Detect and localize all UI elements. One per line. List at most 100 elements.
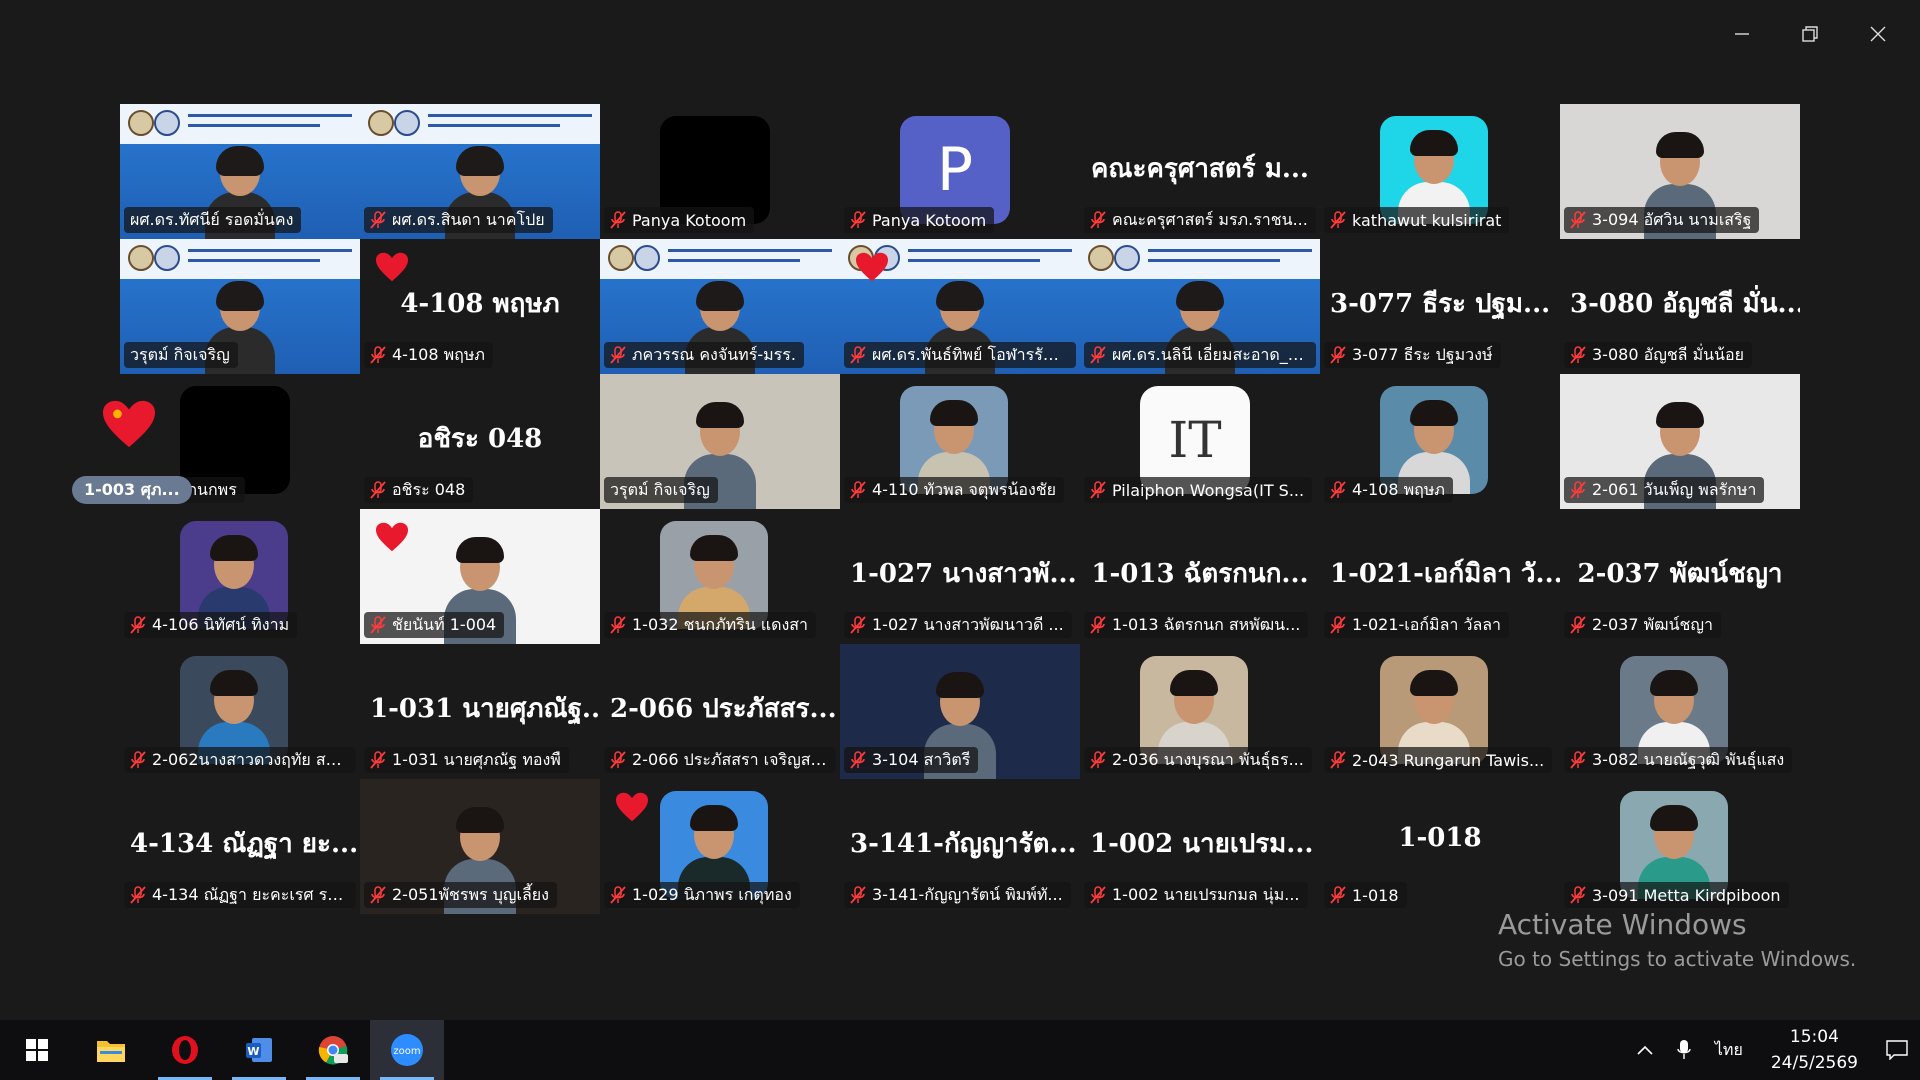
participant-tile[interactable]: 4-106 นิทัศน์ ทิงาม [120, 509, 360, 644]
restore-button[interactable] [1776, 14, 1844, 54]
participant-tile[interactable]: 1-032 ชนกภัทริน แดงสา [600, 509, 840, 644]
system-tray: ไทย 15:04 24/5/2569 [1625, 1020, 1920, 1080]
participant-tile[interactable]: ผศ.ดร.พันธ์ทิพย์ โอฬารรัต... [840, 239, 1080, 374]
participant-name-tag: 1-031 นายศุภณัฐ ทองพื [364, 747, 569, 773]
participant-name: 1-013 ฉัตรกนก สหพัฒน... [1112, 614, 1301, 634]
participant-tile[interactable]: 3-141-กัญญารัต... 3-141-กัญญารัตน์ พิมพ์ท… [840, 779, 1080, 914]
notification-icon [1886, 1040, 1908, 1060]
participant-display-name: 1-031 นายศุภณัฐ... [370, 694, 600, 724]
participant-tile[interactable]: 1-018 1-018 [1320, 779, 1560, 914]
participant-name-tag: ผศ.ดร.นลินี เอี่ยมสะอาด_R... [1084, 342, 1316, 368]
muted-mic-icon [370, 481, 386, 499]
muted-mic-icon [130, 616, 146, 634]
window-controls [1708, 14, 1912, 54]
participant-tile[interactable]: 3-094 อัศวิน นามเสริฐ [1560, 104, 1800, 239]
microphone-tray-button[interactable] [1665, 1020, 1703, 1080]
participant-tile[interactable]: ผศ.ดร.นลินี เอี่ยมสะอาด_R... [1080, 239, 1320, 374]
participant-name: Panya Kotoom [872, 210, 987, 230]
participant-tile[interactable]: 1-031 นายศุภณัฐ... 1-031 นายศุภณัฐ ทองพื [360, 644, 600, 779]
start-button[interactable] [0, 1020, 74, 1080]
notifications-button[interactable] [1874, 1020, 1920, 1080]
muted-mic-icon [1330, 211, 1346, 229]
participant-display-name: 3-141-กัญญารัต... [850, 829, 1077, 859]
participant-name: 4-106 นิทัศน์ ทิงาม [152, 614, 290, 634]
participant-tile[interactable]: 4-108 พฤษภ [1320, 374, 1560, 509]
participant-display-name: 2-037 พัฒน์ชญา [1577, 559, 1783, 589]
participant-name-tag: 2-061 วันเพ็ญ พลรักษา [1564, 477, 1765, 503]
participant-name-tag: 1-013 ฉัตรกนก สหพัฒน... [1084, 612, 1309, 638]
muted-mic-icon [1570, 481, 1586, 499]
word-button[interactable]: W [222, 1020, 296, 1080]
opera-button[interactable] [148, 1020, 222, 1080]
participant-tile[interactable]: ชัยนันท์ 1-004 [360, 509, 600, 644]
close-button[interactable] [1844, 14, 1912, 54]
participant-tile[interactable]: Panya Kotoom [600, 104, 840, 239]
participant-name-tag: 1-002 นายเปรมกมล นุ่ม... [1084, 882, 1308, 908]
participant-name-badge: 1-003 ศุภ... [72, 476, 192, 504]
participant-tile[interactable]: P Panya Kotoom [840, 104, 1080, 239]
muted-mic-icon [850, 481, 866, 499]
participant-tile[interactable]: 1-013 ฉัตรกนก... 1-013 ฉัตรกนก สหพัฒน... [1080, 509, 1320, 644]
participant-name: 2-051พัชรพร บุญเลี้ยง [392, 884, 549, 904]
chrome-button[interactable] [296, 1020, 370, 1080]
participant-tile[interactable]: 2-066 ประภัสสร... 2-066 ประภัสสรา เจริญสว… [600, 644, 840, 779]
participant-tile[interactable]: 3-091 Metta Kirdpiboon [1560, 779, 1800, 914]
heart-reaction [854, 251, 890, 283]
zoom-icon-label: zoom [393, 1046, 420, 1057]
participant-tile[interactable]: 2-061 วันเพ็ญ พลรักษา [1560, 374, 1800, 509]
participant-tile[interactable]: 1-021-เอก์มิลา วั... 1-021-เอก์มิลา วัลลา [1320, 509, 1560, 644]
muted-mic-icon [1090, 886, 1106, 904]
participant-display-name: คณะครุศาสตร์ ม... [1090, 154, 1309, 184]
participant-tile[interactable]: 3-082 นายณัฐวุฒิ พันธุ์แสง [1560, 644, 1800, 779]
participant-tile[interactable]: 1-027 นางสาวพั... 1-027 นางสาวพัฒนาวดี ..… [840, 509, 1080, 644]
participant-name: 1-029 นิภาพร เกตุทอง [632, 884, 792, 904]
participant-tile[interactable]: IT Pilaiphon Wongsa(IT S... [1080, 374, 1320, 509]
clock[interactable]: 15:04 24/5/2569 [1755, 1024, 1874, 1076]
participant-tile[interactable]: 3-077 ธีระ ปฐม... 3-077 ธีระ ปฐมวงษ์ [1320, 239, 1560, 374]
participant-name-tag: คณะครุศาสตร์ มรภ.ราชน... [1084, 207, 1316, 233]
clock-time: 15:04 [1789, 1027, 1839, 1047]
participant-tile[interactable]: 2-062นางสาวดวงฤทัย สม... [120, 644, 360, 779]
participant-tile[interactable]: วรุตม์ กิจเจริญ [120, 239, 360, 374]
participant-tile[interactable]: kathawut kulsirirat [1320, 104, 1560, 239]
participant-tile[interactable]: 4-110 ทัวพล จตุพรน้องชัย [840, 374, 1080, 509]
participant-tile[interactable]: วรุตม์ กิจเจริญ [600, 374, 840, 509]
participant-name-tag: 2-066 ประภัสสรา เจริญสวั... [604, 747, 836, 773]
participant-tile[interactable]: คณะครุศาสตร์ ม... คณะครุศาสตร์ มรภ.ราชน..… [1080, 104, 1320, 239]
show-hidden-icons-button[interactable] [1625, 1020, 1665, 1080]
participant-display-name: 1-018 [1398, 823, 1482, 853]
participant-tile[interactable]: 2-043 Rungarun Tawis... [1320, 644, 1560, 779]
zoom-button[interactable]: zoom [370, 1020, 444, 1080]
participant-tile[interactable]: 1-002 นายเปรม... 1-002 นายเปรมกมล นุ่ม... [1080, 779, 1320, 914]
participant-tile[interactable]: 3-080 อัญชลี มั่น... 3-080 อัญชลี มั่นน้อ… [1560, 239, 1800, 374]
participant-name: ผศ.ดร.นลินี เอี่ยมสะอาด_R... [1112, 344, 1308, 364]
minimize-button[interactable] [1708, 14, 1776, 54]
participant-tile[interactable]: ผศ.ดร.ทัศนีย์ รอดมั่นคง [120, 104, 360, 239]
participant-name: 1-018 [1352, 885, 1399, 905]
participant-name: 3-141-กัญญารัตน์ พิมพ์ทั... [872, 884, 1063, 904]
participant-tile[interactable]: อชิระ 048 อชิระ 048 [360, 374, 600, 509]
participant-tile[interactable]: 1-029 นิภาพร เกตุทอง [600, 779, 840, 914]
participant-tile[interactable]: 4-108 พฤษภ 4-108 พฤษภ [360, 239, 600, 374]
input-language-button[interactable]: ไทย [1703, 1020, 1755, 1080]
participant-display-name: อชิระ 048 [417, 424, 543, 454]
participant-name: 4-108 พฤษภ [1352, 479, 1445, 499]
participant-tile[interactable]: ผศ.ดร.สินดา นาคโปย [360, 104, 600, 239]
participant-name-tag: 1-029 นิภาพร เกตุทอง [604, 882, 800, 908]
clock-date: 24/5/2569 [1770, 1053, 1858, 1073]
participant-tile[interactable]: 2-037 พัฒน์ชญา 2-037 พัฒน์ชญา [1560, 509, 1800, 644]
muted-mic-icon [610, 211, 626, 229]
participant-name: 4-134 ณัฏฐา ยะคะเรศ รอ... [152, 884, 348, 904]
participant-tile[interactable]: 2-036 นางบุรณา พันธุ์ธร... [1080, 644, 1320, 779]
participant-display-name: 1-027 นางสาวพั... [850, 559, 1077, 589]
participant-tile[interactable]: 4-134 ณัฏฐา ยะ... 4-134 ณัฏฐา ยะคะเรศ รอ.… [120, 779, 360, 914]
participant-name-tag: อชิระ 048 [364, 477, 474, 503]
participant-tile[interactable]: 3-104 สาวิตรี [840, 644, 1080, 779]
muted-mic-icon [850, 616, 866, 634]
chrome-icon [318, 1036, 348, 1065]
file-explorer-button[interactable] [74, 1020, 148, 1080]
participant-tile[interactable]: ภควรรณ คงจันทร์-มรร. [600, 239, 840, 374]
heart-reaction [374, 251, 410, 283]
participant-tile[interactable]: 2-051พัชรพร บุญเลี้ยง [360, 779, 600, 914]
participant-name: 1-032 ชนกภัทริน แดงสา [632, 614, 809, 634]
